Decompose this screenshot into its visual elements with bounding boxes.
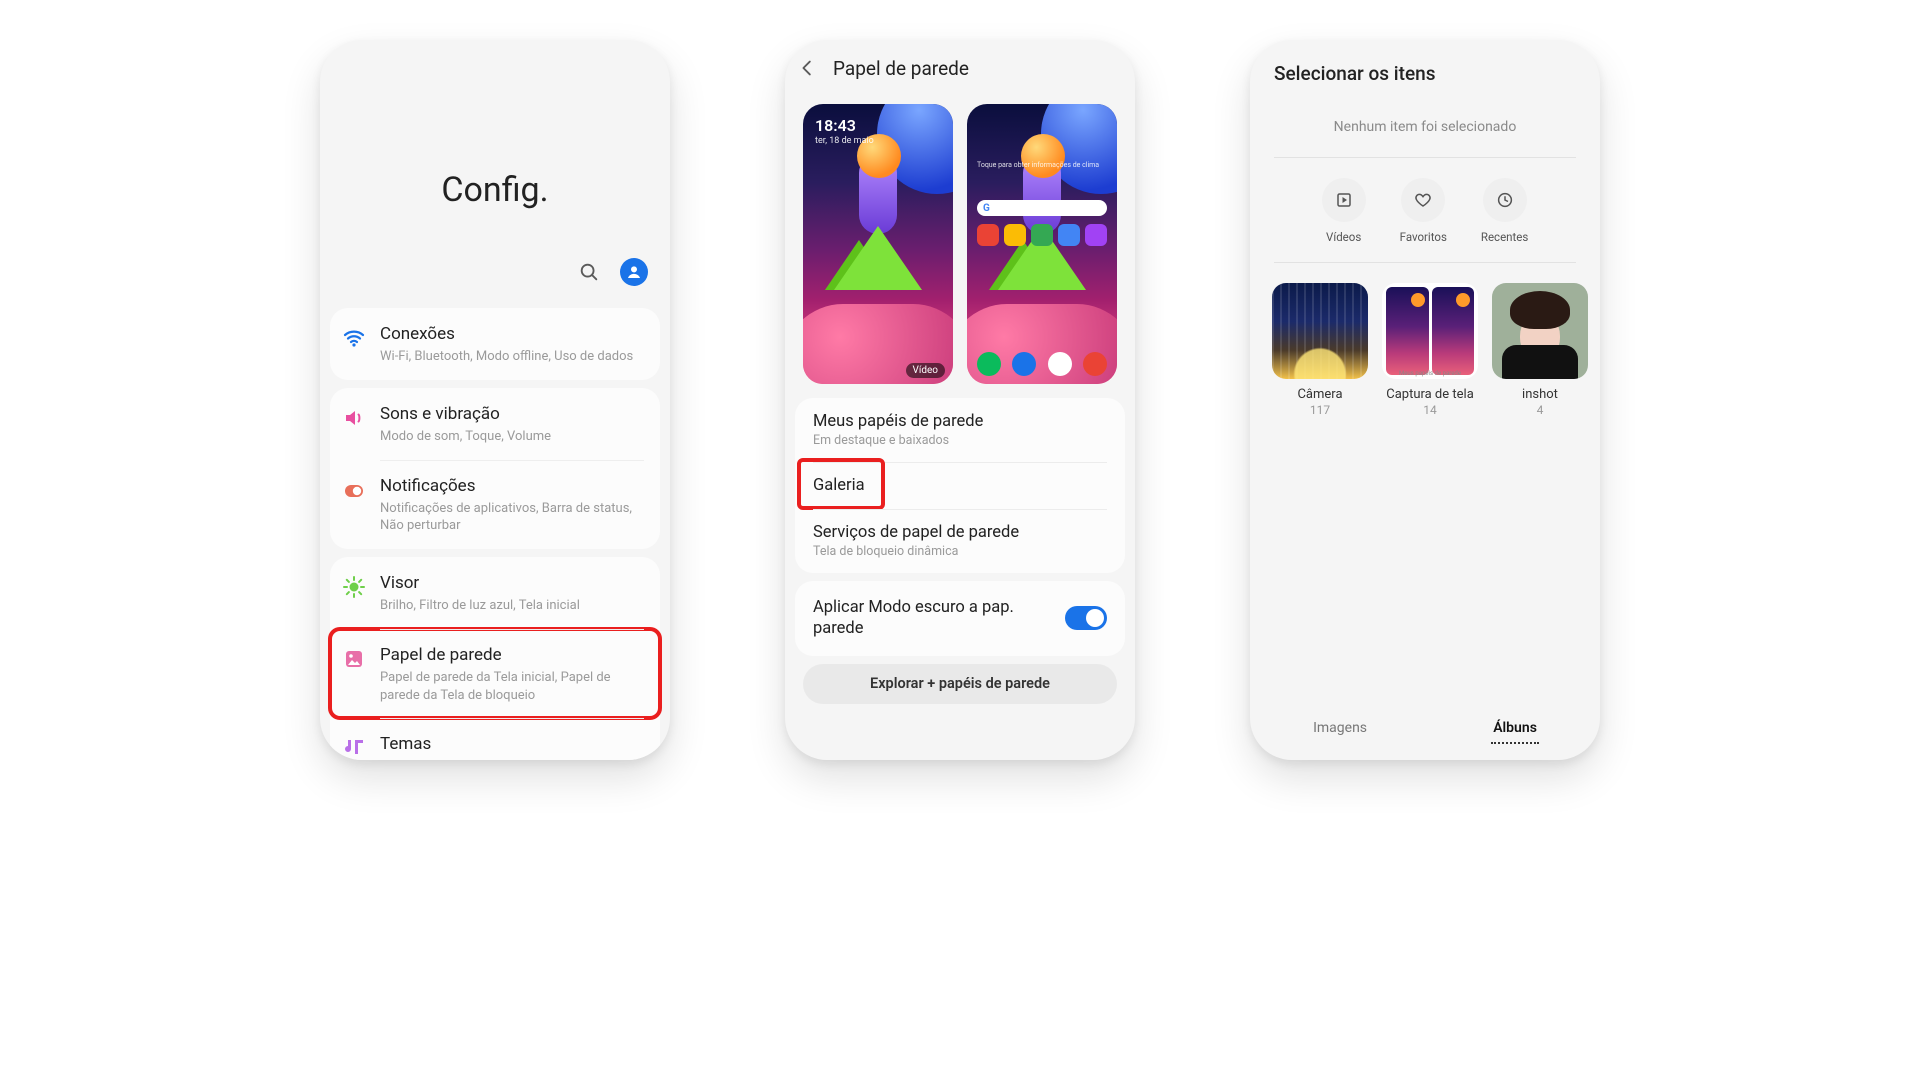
row-label: Papel de parede bbox=[380, 645, 644, 666]
album-count: 117 bbox=[1310, 403, 1330, 417]
row-label: Sons e vibração bbox=[380, 404, 644, 425]
chip-label: Favoritos bbox=[1400, 230, 1447, 244]
preview-searchbar-icon bbox=[977, 200, 1107, 216]
filter-chip-clock[interactable]: Recentes bbox=[1481, 178, 1528, 244]
row-subtitle: Brilho, Filtro de luz azul, Tela inicial bbox=[380, 597, 644, 615]
album[interactable]: Câmera117 bbox=[1272, 283, 1368, 417]
bottom-tabs: Imagens Álbuns bbox=[1250, 714, 1600, 744]
settings-row-volume[interactable]: Sons e vibração Modo de som, Toque, Volum… bbox=[330, 388, 660, 460]
row-label: Conexões bbox=[380, 324, 644, 345]
brush-icon bbox=[342, 736, 366, 760]
album[interactable]: inshot4 bbox=[1492, 283, 1588, 417]
row-label: Notificações bbox=[380, 476, 644, 497]
album-thumbnail: Meus papéis de parede bbox=[1382, 283, 1478, 379]
wallpaper-icon bbox=[342, 647, 366, 671]
toggle-label: Aplicar Modo escuro a pap. parede bbox=[813, 597, 1053, 640]
chip-label: Vídeos bbox=[1326, 230, 1361, 244]
selection-status: Nenhum item foi selecionado bbox=[1250, 91, 1600, 157]
chip-label: Recentes bbox=[1481, 230, 1528, 244]
settings-row-wifi[interactable]: Conexões Wi-Fi, Bluetooth, Modo offline, … bbox=[330, 308, 660, 380]
row-subtitle: Papel de parede da Tela inicial, Papel d… bbox=[380, 669, 644, 704]
item-subtitle: Tela de bloqueio dinâmica bbox=[813, 544, 1107, 559]
heart-icon bbox=[1401, 178, 1445, 222]
settings-row-notif[interactable]: Notificações Notificações de aplicativos,… bbox=[330, 460, 660, 549]
item-label: Serviços de papel de parede bbox=[813, 523, 1107, 542]
album[interactable]: Meus papéis de parede Captura de tela14 bbox=[1382, 283, 1478, 417]
phone-settings: Config. Conexões Wi-Fi, Bluetooth, Modo o… bbox=[320, 40, 670, 760]
video-badge: Vídeo bbox=[906, 363, 946, 378]
wallpaper-list: Meus papéis de parede Em destaque e baixa… bbox=[795, 398, 1125, 573]
explore-button[interactable]: Explorar + papéis de parede bbox=[803, 664, 1117, 704]
settings-header: Config. bbox=[320, 40, 670, 300]
filter-chip-play[interactable]: Vídeos bbox=[1322, 178, 1366, 244]
album-count: 14 bbox=[1423, 403, 1437, 417]
search-icon[interactable] bbox=[578, 261, 600, 283]
settings-row-brush[interactable]: Temas Temas, papéis de parede e ícones pa… bbox=[330, 718, 660, 760]
back-icon[interactable] bbox=[797, 57, 819, 79]
row-subtitle: Temas, papéis de parede e ícones para ba… bbox=[380, 758, 644, 760]
phone-wallpaper: Papel de parede 18:43 ter, 18 de maio Ví… bbox=[785, 40, 1135, 760]
page-title: Selecionar os itens bbox=[1250, 40, 1600, 91]
item-subtitle: Em destaque e baixados bbox=[813, 433, 1107, 448]
item-label: Meus papéis de parede bbox=[813, 412, 1107, 431]
wallpaper-header: Papel de parede bbox=[785, 40, 1135, 96]
item-label: Galeria bbox=[813, 476, 1107, 495]
page-title: Papel de parede bbox=[833, 57, 969, 80]
sun-icon bbox=[342, 575, 366, 599]
settings-row-wallpaper[interactable]: Papel de parede Papel de parede da Tela i… bbox=[330, 629, 660, 718]
clock-icon bbox=[1483, 178, 1527, 222]
wallpaper-item[interactable]: Galeria bbox=[795, 462, 1125, 509]
album-thumbnail bbox=[1492, 283, 1588, 379]
album-label: Câmera bbox=[1297, 387, 1342, 402]
album-count: 4 bbox=[1537, 403, 1544, 417]
play-icon bbox=[1322, 178, 1366, 222]
preview-clock: 18:43 bbox=[815, 116, 856, 135]
preview-date: ter, 18 de maio bbox=[815, 136, 874, 146]
albums-grid: Câmera117Meus papéis de paredeCaptura de… bbox=[1250, 263, 1600, 437]
dark-mode-toggle-row[interactable]: Aplicar Modo escuro a pap. parede bbox=[795, 581, 1125, 656]
album-label: Captura de tela bbox=[1386, 387, 1474, 402]
page-title: Config. bbox=[320, 170, 670, 210]
lockscreen-preview[interactable]: 18:43 ter, 18 de maio Vídeo bbox=[803, 104, 953, 384]
wallpaper-item[interactable]: Meus papéis de parede Em destaque e baixa… bbox=[795, 398, 1125, 462]
tab-albums[interactable]: Álbuns bbox=[1491, 714, 1539, 744]
notif-icon bbox=[342, 478, 366, 502]
row-label: Visor bbox=[380, 573, 644, 594]
filter-chip-heart[interactable]: Favoritos bbox=[1400, 178, 1447, 244]
album-label: inshot bbox=[1522, 387, 1558, 402]
wifi-icon bbox=[342, 326, 366, 350]
wallpaper-item[interactable]: Serviços de papel de parede Tela de bloqu… bbox=[795, 509, 1125, 573]
quick-filter-row: Vídeos Favoritos Recentes bbox=[1250, 158, 1600, 248]
phone-gallery-picker: Selecionar os itens Nenhum item foi sele… bbox=[1250, 40, 1600, 760]
row-subtitle: Notificações de aplicativos, Barra de st… bbox=[380, 500, 644, 535]
homescreen-preview[interactable]: Toque para obter informações de clima bbox=[967, 104, 1117, 384]
row-subtitle: Wi-Fi, Bluetooth, Modo offline, Uso de d… bbox=[380, 348, 644, 366]
toggle-switch[interactable] bbox=[1065, 606, 1107, 630]
account-avatar-icon[interactable] bbox=[620, 258, 648, 286]
settings-row-sun[interactable]: Visor Brilho, Filtro de luz azul, Tela in… bbox=[330, 557, 660, 629]
row-label: Temas bbox=[380, 734, 644, 755]
tab-images[interactable]: Imagens bbox=[1311, 714, 1369, 744]
row-subtitle: Modo de som, Toque, Volume bbox=[380, 428, 644, 446]
preview-weather: Toque para obter informações de clima bbox=[977, 162, 1099, 170]
volume-icon bbox=[342, 406, 366, 430]
wallpaper-previews: 18:43 ter, 18 de maio Vídeo Toque para o… bbox=[785, 96, 1135, 398]
album-thumbnail bbox=[1272, 283, 1368, 379]
